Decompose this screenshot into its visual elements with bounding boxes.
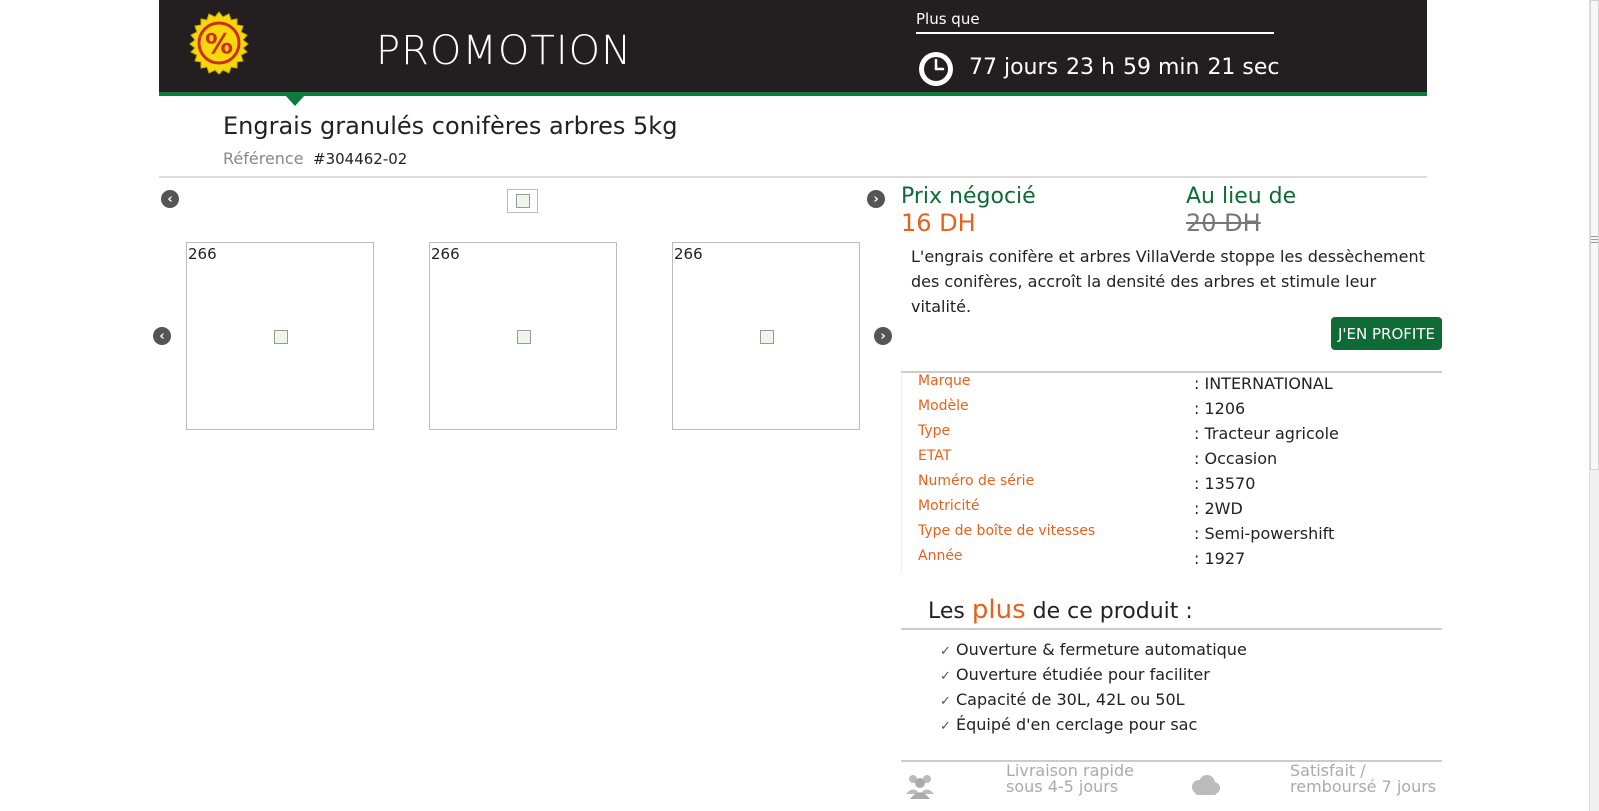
spec-row: Type de boîte de vitesses : Semi-powersh… <box>905 523 1435 548</box>
spec-key: Année <box>918 548 963 564</box>
spec-value: : INTERNATIONAL <box>1194 374 1333 393</box>
specs-table: Marque : INTERNATIONAL Modèle : 1206 Typ… <box>905 373 1435 573</box>
product-description: L'engrais conifère et arbres VillaVerde … <box>911 247 1425 316</box>
main-image-next-button[interactable]: › <box>867 190 885 208</box>
broken-image-icon <box>516 194 530 208</box>
spec-key: ETAT <box>918 448 952 464</box>
spec-row: Numéro de série : 13570 <box>905 473 1435 498</box>
check-icon: ✓ <box>940 669 951 684</box>
thumbnails-prev-button[interactable]: ‹ <box>153 327 171 345</box>
buy-button[interactable]: J'EN PROFITE <box>1331 317 1442 350</box>
plus-heading-after: de ce produit : <box>1032 599 1193 624</box>
spec-key: Motricité <box>918 498 980 514</box>
refund-info: Satisfait / remboursé 7 jours <box>1290 763 1436 795</box>
scrollbar-grip <box>1591 236 1598 244</box>
clock-icon <box>919 52 953 86</box>
plus-heading-before: Les <box>928 599 965 624</box>
header-accent-bar <box>159 92 1427 96</box>
delivery-info: Livraison rapide sous 4-5 jours <box>1006 763 1134 795</box>
spec-key: Numéro de série <box>918 473 1035 489</box>
list-item-label: Équipé d'en cerclage pour sac <box>956 715 1198 734</box>
check-icon: ✓ <box>940 694 951 709</box>
scrollbar-thumb[interactable] <box>1590 0 1599 470</box>
chevron-left-icon: ‹ <box>167 191 173 207</box>
countdown-hours: 23 h <box>1066 55 1115 80</box>
main-image-prev-button[interactable]: ‹ <box>161 190 179 208</box>
thumbnail-label: 266 <box>188 245 217 263</box>
spec-value: : 13570 <box>1194 474 1256 493</box>
spec-row: Marque : INTERNATIONAL <box>905 373 1435 398</box>
spec-key: Modèle <box>918 398 969 414</box>
broken-image-icon <box>274 330 288 344</box>
thumbnails-next-button[interactable]: › <box>874 327 892 345</box>
list-item-label: Ouverture étudiée pour faciliter <box>956 665 1210 684</box>
people-icon <box>906 775 934 799</box>
page-title: PROMOTION <box>376 28 633 74</box>
check-icon: ✓ <box>940 719 951 734</box>
header-pointer <box>285 95 305 106</box>
price-label: Prix négocié <box>901 184 1036 209</box>
cloud-icon <box>1192 775 1220 795</box>
countdown-seconds: 21 sec <box>1207 55 1280 80</box>
countdown-divider <box>916 32 1274 34</box>
list-item-label: Ouverture & fermeture automatique <box>956 640 1247 659</box>
spec-key: Type <box>918 423 951 439</box>
broken-image-icon <box>760 330 774 344</box>
spec-value: : 2WD <box>1194 499 1243 518</box>
svg-text:%: % <box>205 27 233 60</box>
specs-border <box>901 373 902 573</box>
spec-value: : Semi-powershift <box>1194 524 1335 543</box>
divider <box>901 628 1442 630</box>
chevron-right-icon: › <box>873 191 879 207</box>
countdown-timer: 77 jours 23 h 59 min 21 sec <box>969 55 1288 80</box>
refund-line-2: remboursé 7 jours <box>1290 777 1437 796</box>
plus-heading: Les plus de ce produit : <box>928 595 1193 625</box>
main-product-image[interactable] <box>507 189 538 213</box>
check-icon: ✓ <box>940 644 951 659</box>
spec-value: : Occasion <box>1194 449 1278 468</box>
countdown-label: Plus que <box>916 10 980 28</box>
list-item: ✓ Ouverture étudiée pour faciliter <box>940 665 1247 690</box>
spec-value: : 1927 <box>1194 549 1246 568</box>
product-title: Engrais granulés conifères arbres 5kg <box>223 112 678 140</box>
chevron-right-icon: › <box>880 328 886 344</box>
thumbnail-2[interactable]: 266 <box>429 242 617 430</box>
list-item: ✓ Équipé d'en cerclage pour sac <box>940 715 1247 740</box>
thumbnail-label: 266 <box>674 245 703 263</box>
percent-badge-icon: % <box>189 11 249 75</box>
spec-row: Motricité : 2WD <box>905 498 1435 523</box>
delivery-line-2: sous 4-5 jours <box>1006 777 1119 796</box>
price-value: 16 DH <box>901 209 976 237</box>
plus-list: ✓ Ouverture & fermeture automatique ✓ Ouve… <box>940 640 1247 740</box>
divider <box>159 176 1427 178</box>
reference-value: #304462-02 <box>313 150 408 168</box>
plus-heading-accent: plus <box>971 595 1026 625</box>
list-item: ✓ Ouverture & fermeture automatique <box>940 640 1247 665</box>
old-price-label: Au lieu de <box>1186 184 1297 209</box>
countdown-minutes: 59 min <box>1122 55 1200 80</box>
thumbnail-label: 266 <box>431 245 460 263</box>
spec-key: Marque <box>918 373 971 389</box>
list-item: ✓ Capacité de 30L, 42L ou 50L <box>940 690 1247 715</box>
old-price-value: 20 DH <box>1186 209 1261 237</box>
list-item-label: Capacité de 30L, 42L ou 50L <box>956 690 1185 709</box>
thumbnail-1[interactable]: 266 <box>186 242 374 430</box>
countdown-days: 77 jours <box>969 55 1059 80</box>
spec-row: Type : Tracteur agricole <box>905 423 1435 448</box>
thumbnail-3[interactable]: 266 <box>672 242 860 430</box>
spec-value: : 1206 <box>1194 399 1246 418</box>
chevron-left-icon: ‹ <box>159 328 165 344</box>
spec-value: : Tracteur agricole <box>1194 424 1339 443</box>
spec-key: Type de boîte de vitesses <box>918 523 1096 539</box>
broken-image-icon <box>517 330 531 344</box>
spec-row: ETAT : Occasion <box>905 448 1435 473</box>
spec-row: Modèle : 1206 <box>905 398 1435 423</box>
reference-label: Référence <box>223 149 304 168</box>
spec-row: Année : 1927 <box>905 548 1435 573</box>
